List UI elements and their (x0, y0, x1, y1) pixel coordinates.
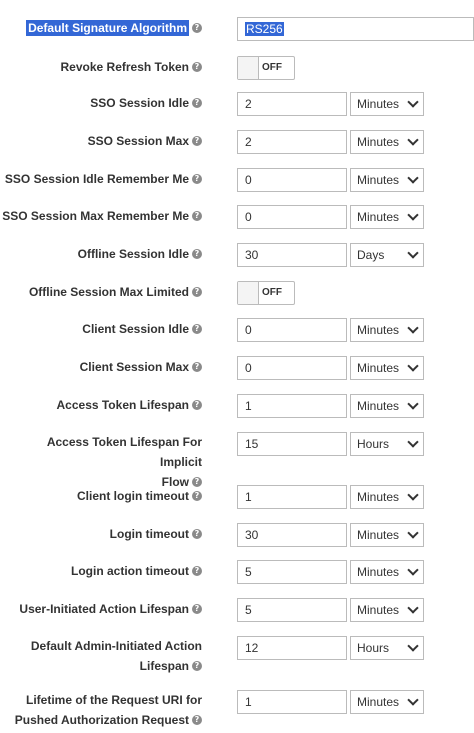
client-session-idle-input[interactable]: 0 (237, 318, 347, 342)
help-icon[interactable]: ? (192, 61, 202, 72)
help-icon[interactable]: ? (192, 399, 202, 410)
sso-session-max-remember-me-label: SSO Session Max Remember Me (2, 209, 189, 223)
sso-session-max-input[interactable]: 2 (237, 130, 347, 154)
login-action-timeout-label: Login action timeout (71, 564, 189, 578)
offline-session-idle-unit-select[interactable]: Days (350, 243, 424, 267)
chevron-down-icon (407, 489, 419, 501)
sso-session-idle-remember-me-input[interactable]: 0 (237, 168, 347, 192)
sso-session-max-remember-me-input[interactable]: 0 (237, 205, 347, 229)
chevron-down-icon (407, 209, 419, 221)
help-icon[interactable]: ? (192, 660, 202, 671)
user-initiated-action-lifespan-input[interactable]: 5 (237, 598, 347, 622)
access-token-lifespan-implicit-label-line1: Access Token Lifespan For Implicit (46, 435, 202, 469)
chevron-down-icon (407, 564, 419, 576)
help-icon[interactable]: ? (192, 135, 202, 146)
sso-session-idle-remember-me-unit-select[interactable]: Minutes (350, 168, 424, 192)
chevron-down-icon (407, 247, 419, 259)
access-token-lifespan-input[interactable]: 1 (237, 394, 347, 418)
help-icon[interactable]: ? (192, 210, 202, 221)
chevron-down-icon (407, 602, 419, 614)
chevron-down-icon (407, 360, 419, 372)
offline-session-max-limited-label: Offline Session Max Limited? (29, 281, 202, 303)
access-token-lifespan-label: Access Token Lifespan (56, 398, 190, 412)
login-timeout-label: Login timeout (109, 527, 189, 541)
help-icon[interactable]: ? (192, 714, 202, 725)
client-login-timeout-input[interactable]: 1 (237, 485, 347, 509)
login-timeout-input[interactable]: 30 (237, 523, 347, 547)
offline-session-idle-input[interactable]: 30 (237, 243, 347, 267)
admin-initiated-action-lifespan-label-line1: Default Admin-Initiated Action (30, 639, 202, 653)
toggle-knob (238, 282, 259, 304)
chevron-down-icon (407, 134, 419, 146)
toggle-knob (238, 57, 259, 79)
client-session-max-unit-select[interactable]: Minutes (350, 356, 424, 380)
client-login-timeout-unit-select[interactable]: Minutes (350, 485, 424, 509)
admin-initiated-action-lifespan-input[interactable]: 12 (237, 636, 347, 660)
help-icon[interactable]: ? (192, 565, 202, 576)
access-token-lifespan-implicit-unit-select[interactable]: Hours (350, 432, 424, 456)
user-initiated-action-lifespan-unit-select[interactable]: Minutes (350, 598, 424, 622)
request-uri-lifespan-unit-select[interactable]: Minutes (350, 690, 424, 714)
admin-initiated-action-lifespan-label-line2: Lifespan (139, 659, 189, 673)
help-icon[interactable]: ? (192, 323, 202, 334)
client-login-timeout-label: Client login timeout (77, 489, 189, 503)
login-action-timeout-input[interactable]: 5 (237, 560, 347, 584)
client-session-idle-label: Client Session Idle (82, 322, 189, 336)
sso-session-idle-label: SSO Session Idle (90, 96, 189, 110)
sso-session-idle-unit-select[interactable]: Minutes (350, 92, 424, 116)
chevron-down-icon (407, 694, 419, 706)
login-timeout-unit-select[interactable]: Minutes (350, 523, 424, 547)
admin-initiated-action-lifespan-unit-select[interactable]: Hours (350, 636, 424, 660)
revoke-refresh-token-label: Revoke Refresh Token? (61, 56, 202, 78)
client-session-max-label: Client Session Max (79, 360, 189, 374)
help-icon[interactable]: ? (192, 248, 202, 259)
access-token-lifespan-unit-select[interactable]: Minutes (350, 394, 424, 418)
login-action-timeout-unit-select[interactable]: Minutes (350, 560, 424, 584)
default-signature-algorithm-label: Default Signature Algorithm? (26, 17, 202, 39)
request-uri-lifespan-input[interactable]: 1 (237, 690, 347, 714)
help-icon[interactable]: ? (192, 603, 202, 614)
chevron-down-icon (407, 322, 419, 334)
help-icon[interactable]: ? (192, 361, 202, 372)
chevron-down-icon (407, 436, 419, 448)
sso-session-idle-input[interactable]: 2 (237, 92, 347, 116)
client-session-max-input[interactable]: 0 (237, 356, 347, 380)
default-signature-algorithm-input[interactable]: RS256 (237, 17, 474, 41)
help-icon[interactable]: ? (192, 286, 202, 297)
sso-session-idle-remember-me-label: SSO Session Idle Remember Me (4, 172, 189, 186)
help-icon[interactable]: ? (192, 173, 202, 184)
offline-session-max-limited-toggle[interactable]: OFF (237, 281, 295, 305)
revoke-refresh-token-toggle[interactable]: OFF (237, 56, 295, 80)
chevron-down-icon (407, 172, 419, 184)
chevron-down-icon (407, 398, 419, 410)
request-uri-lifespan-label-line1: Lifetime of the Request URI for (25, 693, 202, 707)
chevron-down-icon (407, 527, 419, 539)
client-session-idle-unit-select[interactable]: Minutes (350, 318, 424, 342)
offline-session-idle-label: Offline Session Idle (77, 247, 189, 261)
help-icon[interactable]: ? (192, 528, 202, 539)
help-icon[interactable]: ? (192, 22, 202, 33)
user-initiated-action-lifespan-label: User-Initiated Action Lifespan (19, 602, 189, 616)
help-icon[interactable]: ? (192, 97, 202, 108)
help-icon[interactable]: ? (192, 490, 202, 501)
sso-session-max-label: SSO Session Max (87, 134, 189, 148)
access-token-lifespan-implicit-input[interactable]: 15 (237, 432, 347, 456)
chevron-down-icon (407, 96, 419, 108)
sso-session-max-remember-me-unit-select[interactable]: Minutes (350, 205, 424, 229)
sso-session-max-unit-select[interactable]: Minutes (350, 130, 424, 154)
chevron-down-icon (407, 640, 419, 652)
request-uri-lifespan-label-line2: Pushed Authorization Request (14, 713, 189, 727)
